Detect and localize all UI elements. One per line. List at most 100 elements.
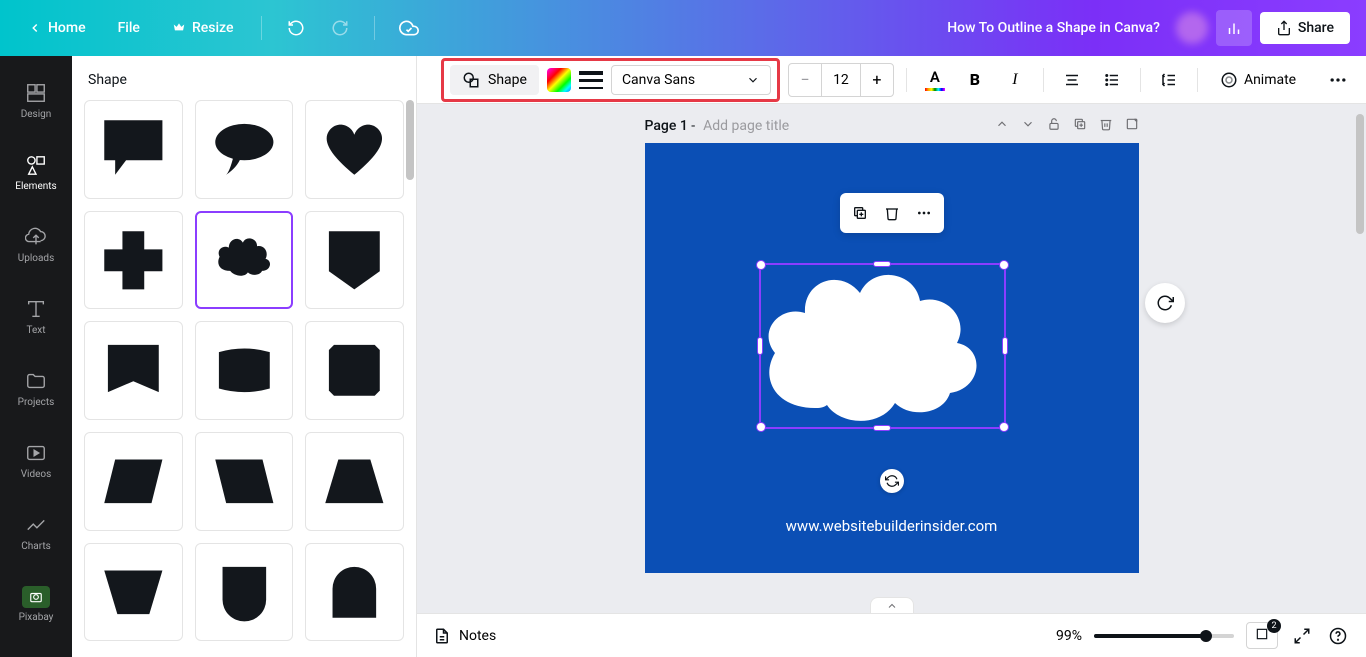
panel-scroll-area[interactable]: [72, 100, 416, 657]
resize-handle-r[interactable]: [1002, 337, 1008, 355]
resize-handle-bl[interactable]: [756, 422, 766, 432]
sidebar-item-text[interactable]: Text: [0, 280, 72, 352]
document-title[interactable]: How To Outline a Shape in Canva?: [427, 20, 1175, 36]
crown-icon: [172, 21, 186, 35]
shape-shield[interactable]: [305, 211, 404, 310]
shape-parallelogram-right[interactable]: [84, 432, 183, 531]
panel-toggle-button[interactable]: [870, 597, 914, 613]
page-up-button[interactable]: [995, 116, 1009, 135]
shape-arch-bottom[interactable]: [195, 543, 294, 642]
shape-banner-notch[interactable]: [84, 321, 183, 420]
shape-tool-button[interactable]: Shape: [450, 65, 539, 95]
rotate-handle[interactable]: [880, 469, 904, 493]
page-down-button[interactable]: [1021, 116, 1035, 135]
bold-button[interactable]: B: [959, 64, 991, 96]
spacing-icon: [1160, 71, 1178, 89]
shape-cloud[interactable]: [195, 211, 294, 310]
sidebar-label: Projects: [18, 397, 55, 408]
resize-button[interactable]: Resize: [160, 12, 246, 44]
delete-page-button[interactable]: [1099, 116, 1113, 135]
sidebar-item-videos[interactable]: Videos: [0, 424, 72, 496]
notes-label: Notes: [459, 628, 496, 644]
resize-handle-t[interactable]: [873, 261, 891, 267]
more-button[interactable]: [1322, 64, 1354, 96]
zoom-percentage[interactable]: 99%: [1056, 628, 1082, 644]
font-size-group: − +: [788, 63, 894, 97]
sidebar-item-pixabay[interactable]: Pixabay: [0, 568, 72, 640]
upload-icon: [1276, 20, 1292, 36]
user-avatar[interactable]: [1176, 12, 1208, 44]
sidebar-item-projects[interactable]: Projects: [0, 352, 72, 424]
resize-handle-tr[interactable]: [999, 260, 1009, 270]
list-button[interactable]: [1096, 64, 1128, 96]
shapes-grid: [84, 100, 404, 641]
resize-handle-br[interactable]: [999, 422, 1009, 432]
lock-button[interactable]: [1047, 116, 1061, 135]
font-family-select[interactable]: Canva Sans: [611, 65, 771, 95]
shape-speech-round[interactable]: [195, 100, 294, 199]
duplicate-page-button[interactable]: [1073, 116, 1087, 135]
sidebar-item-elements[interactable]: Elements: [0, 136, 72, 208]
highlight-annotation: Shape Canva Sans: [441, 58, 780, 102]
redo-button[interactable]: [322, 10, 358, 46]
resize-handle-tl[interactable]: [756, 260, 766, 270]
fill-color-picker[interactable]: [547, 68, 571, 92]
cloud-save-button[interactable]: [391, 10, 427, 46]
home-button[interactable]: Home: [16, 12, 98, 44]
shape-tool-label: Shape: [488, 72, 527, 88]
scrollbar-thumb[interactable]: [1356, 114, 1364, 234]
border-style-picker[interactable]: [579, 71, 603, 89]
more-icon: [1328, 70, 1348, 90]
canvas-area: Shape Canva Sans − + A B I: [417, 56, 1366, 657]
alignment-button[interactable]: [1056, 64, 1088, 96]
canvas-scroll[interactable]: Page 1 - Add page title: [417, 104, 1366, 613]
main-layout: Design Elements Uploads Text Projects Vi…: [0, 56, 1366, 657]
shape-plaque[interactable]: [195, 321, 294, 420]
regenerate-button[interactable]: [1145, 283, 1185, 323]
delete-element-button[interactable]: [878, 199, 906, 227]
zoom-slider[interactable]: [1094, 634, 1234, 638]
shape-plus[interactable]: [84, 211, 183, 310]
shape-rounded-cut[interactable]: [305, 321, 404, 420]
add-page-button[interactable]: [1125, 116, 1139, 135]
shape-heart[interactable]: [305, 100, 404, 199]
sidebar-item-design[interactable]: Design: [0, 64, 72, 136]
shape-trapezoid-up[interactable]: [305, 432, 404, 531]
undo-button[interactable]: [278, 10, 314, 46]
zoom-slider-thumb[interactable]: [1200, 630, 1212, 642]
element-more-button[interactable]: [910, 199, 938, 227]
page-number-label: Page 1 -: [645, 118, 696, 134]
duplicate-element-button[interactable]: [846, 199, 874, 227]
resize-handle-b[interactable]: [873, 425, 891, 431]
sidebar-item-uploads[interactable]: Uploads: [0, 208, 72, 280]
file-menu[interactable]: File: [106, 12, 152, 44]
font-size-decrease[interactable]: −: [789, 64, 821, 96]
shape-arch-top[interactable]: [305, 543, 404, 642]
shape-speech-square[interactable]: [84, 100, 183, 199]
italic-button[interactable]: I: [999, 64, 1031, 96]
panel-title: Shape: [72, 56, 416, 100]
redo-icon: [331, 19, 349, 37]
animate-button[interactable]: Animate: [1210, 65, 1306, 95]
shape-trapezoid-down[interactable]: [84, 543, 183, 642]
sidebar-item-charts[interactable]: Charts: [0, 496, 72, 568]
scrollbar-thumb[interactable]: [406, 100, 414, 180]
notes-button[interactable]: Notes: [433, 627, 496, 645]
sidebar-label: Pixabay: [19, 612, 54, 623]
font-size-input[interactable]: [821, 64, 861, 96]
share-button[interactable]: Share: [1260, 12, 1350, 44]
fullscreen-button[interactable]: [1290, 624, 1314, 648]
page-grid-button[interactable]: 2: [1246, 622, 1278, 649]
text-color-button[interactable]: A: [919, 64, 951, 96]
selection-box[interactable]: [759, 263, 1006, 429]
sidebar-label: Text: [26, 325, 45, 336]
shape-parallelogram-left[interactable]: [195, 432, 294, 531]
page-title-input[interactable]: Add page title: [703, 118, 986, 134]
font-size-increase[interactable]: +: [861, 64, 893, 96]
bold-icon: B: [970, 70, 980, 89]
spacing-button[interactable]: [1153, 64, 1185, 96]
resize-handle-l[interactable]: [757, 337, 763, 355]
canvas-page-1[interactable]: www.websitebuilderinsider.com: [645, 143, 1139, 573]
help-button[interactable]: [1326, 624, 1350, 648]
insights-button[interactable]: [1216, 10, 1252, 46]
